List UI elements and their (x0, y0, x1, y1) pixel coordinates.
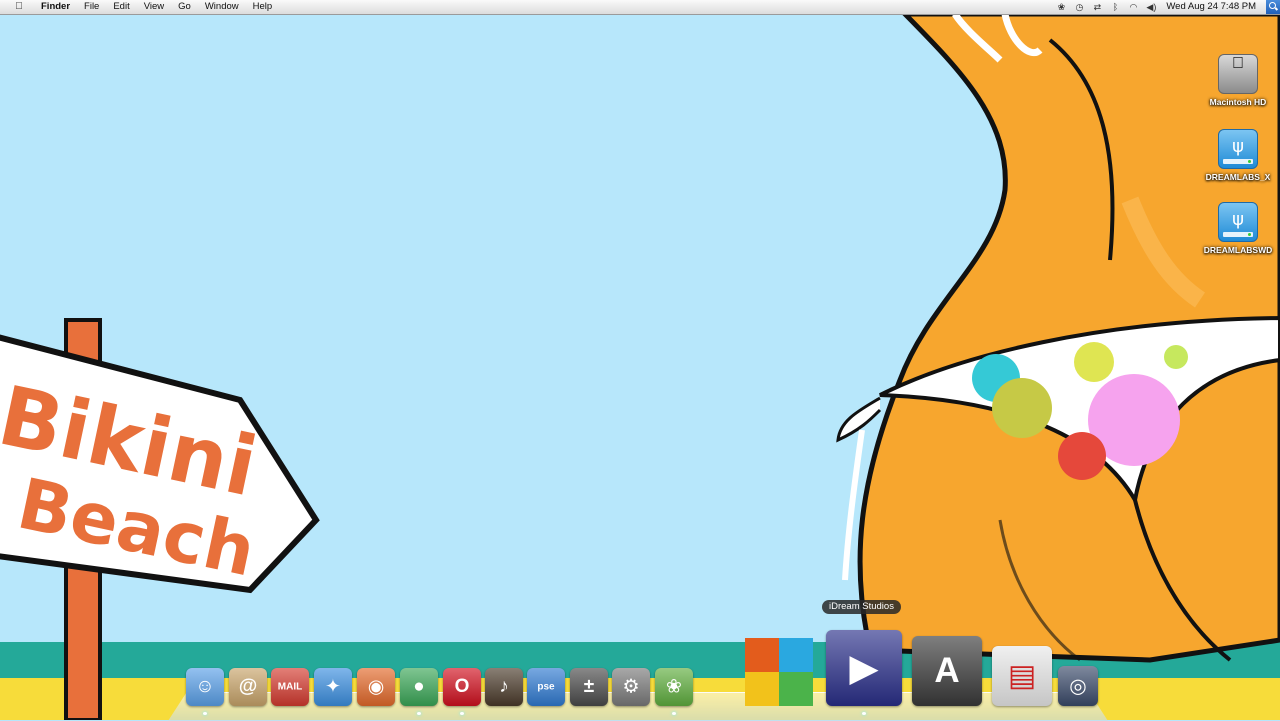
dock-tooltip: iDream Studios (822, 600, 901, 614)
dock-item-chrome[interactable]: ● (400, 668, 438, 706)
system-preferences-icon: ⚙ (622, 676, 640, 698)
sync-icon[interactable]: ⇄ (1089, 0, 1105, 14)
dock-item-app-store[interactable]: A (912, 636, 982, 706)
office-quadrant (745, 672, 779, 706)
dock-item-system-preferences[interactable]: ⚙ (612, 668, 650, 706)
dock-item-iphoto[interactable]: ❀ (655, 668, 693, 706)
office-quadrant (779, 638, 813, 672)
desktop-icon-dreamlabs-x[interactable]: ψ DREAMLABS_X (1198, 129, 1278, 182)
apple-menu-icon[interactable]:  (12, 0, 26, 14)
menu-file[interactable]: File (77, 0, 106, 14)
running-indicator (862, 712, 866, 715)
hard-drive-icon (1218, 54, 1258, 94)
iphoto-icon: ❀ (666, 676, 682, 698)
disk-utility-icon: ◎ (1069, 675, 1087, 698)
volume-icon[interactable]: ◀) (1143, 0, 1159, 14)
menu-bar:  Finder File Edit View Go Window Help ❀… (0, 0, 1280, 15)
opera-icon: O (454, 676, 470, 697)
usb-drive-icon: ψ (1218, 129, 1258, 169)
menu-app-finder[interactable]: Finder (34, 0, 77, 14)
wifi-icon[interactable]: ◠ (1125, 0, 1141, 14)
address-book-icon: @ (238, 676, 258, 697)
chrome-icon: ● (413, 676, 425, 697)
dock-item-preview[interactable]: ▤ (992, 646, 1052, 706)
dock-item-safari[interactable]: ✦ (314, 668, 352, 706)
safari-icon: ✦ (325, 676, 341, 698)
running-indicator (460, 712, 464, 715)
desktop-icon-macintosh-hd[interactable]: Macintosh HD (1198, 54, 1278, 107)
calculator-icon: ± (583, 676, 595, 697)
desktop-icon-label: DREAMLABSWD (1203, 245, 1273, 255)
office-quadrant (779, 672, 813, 706)
menu-help[interactable]: Help (246, 0, 280, 14)
photoshop-elements-icon: pse (537, 681, 555, 693)
usb-drive-icon: ψ (1218, 202, 1258, 242)
dock-item-address-book[interactable]: @ (229, 668, 267, 706)
dock-item-disk-utility[interactable]: ◎ (1058, 666, 1098, 706)
desktop-wallpaper: Bikini Beach (0, 0, 1280, 720)
menu-go[interactable]: Go (171, 0, 198, 14)
time-machine-icon[interactable]: ◷ (1071, 0, 1087, 14)
dock-item-idream-studios[interactable]: ▶ (826, 630, 902, 706)
dock-item-mail[interactable]: MAIL (271, 668, 309, 706)
dock-item-calculator[interactable]: ± (570, 668, 608, 706)
dock-item-photoshop-elements[interactable]: pse (527, 668, 565, 706)
mail-icon: MAIL (277, 681, 303, 693)
dock-item-garageband[interactable]: ♪ (485, 668, 523, 706)
running-indicator (672, 712, 676, 715)
dock-item-firefox[interactable]: ◉ (357, 668, 395, 706)
menu-window[interactable]: Window (198, 0, 246, 14)
idream-studios-icon: ▶ (849, 647, 879, 690)
paw-icon[interactable]: ❀ (1053, 0, 1069, 14)
menu-edit[interactable]: Edit (106, 0, 136, 14)
office-quadrant (745, 638, 779, 672)
firefox-icon: ◉ (367, 676, 385, 698)
bluetooth-icon[interactable]: ᛒ (1107, 0, 1123, 14)
desktop-icon-label: Macintosh HD (1209, 97, 1267, 107)
app-store-icon: A (934, 651, 960, 690)
menu-clock[interactable]: Wed Aug 24 7:48 PM (1160, 0, 1262, 14)
running-indicator (203, 712, 207, 715)
menu-view[interactable]: View (137, 0, 171, 14)
spotlight-icon[interactable] (1266, 0, 1280, 14)
finder-icon: ☺ (195, 676, 215, 697)
desktop-icon-dreamlabswd[interactable]: ψ DREAMLABSWD (1198, 202, 1278, 255)
desktop-icon-label: DREAMLABS_X (1205, 172, 1271, 182)
dock-item-office[interactable] (745, 638, 813, 706)
preview-icon: ▤ (1007, 659, 1037, 693)
dock-item-opera[interactable]: O (443, 668, 481, 706)
garageband-icon: ♪ (499, 676, 509, 697)
running-indicator (417, 712, 421, 715)
dock-item-finder[interactable]: ☺ (186, 668, 224, 706)
